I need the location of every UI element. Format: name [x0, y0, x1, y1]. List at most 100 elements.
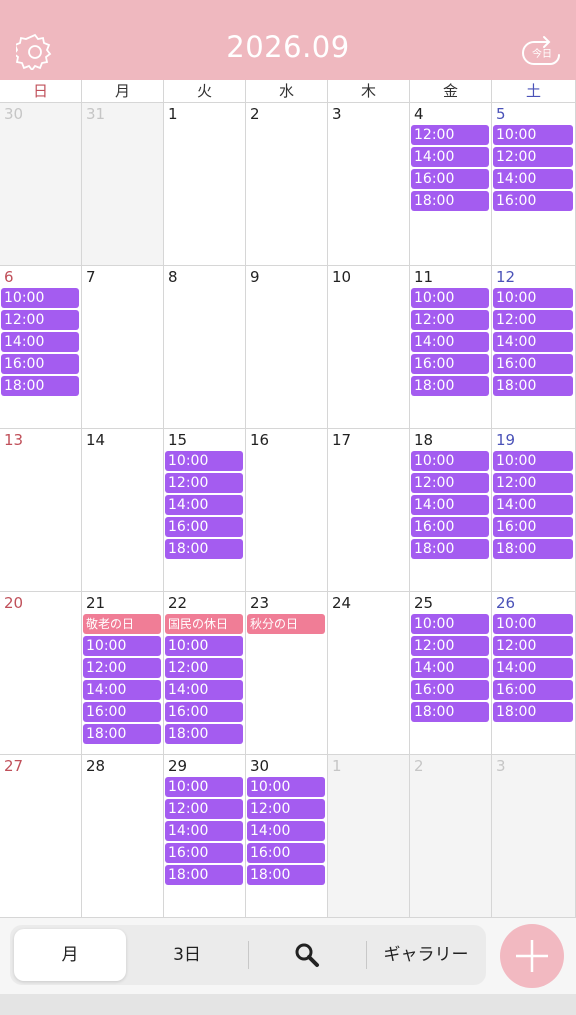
event-chip[interactable]: 16:00	[493, 680, 573, 700]
event-chip[interactable]: 18:00	[165, 865, 243, 885]
event-chip[interactable]: 16:00	[411, 169, 489, 189]
event-chip[interactable]: 10:00	[165, 636, 243, 656]
event-chip[interactable]: 14:00	[493, 658, 573, 678]
tab-gallery[interactable]: ギャラリー	[368, 929, 484, 981]
event-chip[interactable]: 14:00	[83, 680, 161, 700]
event-chip[interactable]: 14:00	[411, 147, 489, 167]
event-chip[interactable]: 16:00	[1, 354, 79, 374]
event-chip[interactable]: 10:00	[247, 777, 325, 797]
event-chip[interactable]: 16:00	[165, 843, 243, 863]
day-cell[interactable]: 17	[328, 429, 410, 592]
event-chip[interactable]: 14:00	[493, 332, 573, 352]
day-cell[interactable]: 30 10:00 12:00 14:00 16:00 18:00	[246, 755, 328, 918]
event-chip[interactable]: 12:00	[411, 473, 489, 493]
event-chip[interactable]: 14:00	[1, 332, 79, 352]
day-cell[interactable]: 24	[328, 592, 410, 755]
event-chip[interactable]: 14:00	[411, 658, 489, 678]
day-cell[interactable]: 5 10:00 12:00 14:00 16:00	[492, 103, 576, 266]
day-cell[interactable]: 15 10:00 12:00 14:00 16:00 18:00	[164, 429, 246, 592]
event-chip[interactable]: 16:00	[247, 843, 325, 863]
day-cell[interactable]: 12 10:00 12:00 14:00 16:00 18:00	[492, 266, 576, 429]
day-cell[interactable]: 6 10:00 12:00 14:00 16:00 18:00	[0, 266, 82, 429]
event-chip[interactable]: 14:00	[247, 821, 325, 841]
event-chip[interactable]: 14:00	[411, 332, 489, 352]
event-chip[interactable]: 12:00	[493, 473, 573, 493]
event-chip[interactable]: 12:00	[247, 799, 325, 819]
day-cell[interactable]: 2	[410, 755, 492, 918]
event-chip[interactable]: 18:00	[165, 724, 243, 744]
event-chip[interactable]: 10:00	[411, 614, 489, 634]
event-chip[interactable]: 12:00	[165, 799, 243, 819]
event-chip[interactable]: 16:00	[493, 191, 573, 211]
event-chip[interactable]: 12:00	[83, 658, 161, 678]
search-button[interactable]	[250, 929, 364, 981]
event-chip[interactable]: 16:00	[83, 702, 161, 722]
event-chip[interactable]: 18:00	[493, 376, 573, 396]
holiday-label[interactable]: 秋分の日	[247, 614, 325, 634]
today-icon[interactable]: 今日	[520, 32, 562, 70]
holiday-label[interactable]: 敬老の日	[83, 614, 161, 634]
event-chip[interactable]: 18:00	[411, 191, 489, 211]
day-cell[interactable]: 7	[82, 266, 164, 429]
event-chip[interactable]: 18:00	[83, 724, 161, 744]
event-chip[interactable]: 12:00	[411, 125, 489, 145]
event-chip[interactable]: 16:00	[493, 517, 573, 537]
event-chip[interactable]: 12:00	[1, 310, 79, 330]
day-cell[interactable]: 2	[246, 103, 328, 266]
day-cell[interactable]: 28	[82, 755, 164, 918]
day-cell[interactable]: 29 10:00 12:00 14:00 16:00 18:00	[164, 755, 246, 918]
event-chip[interactable]: 16:00	[165, 517, 243, 537]
event-chip[interactable]: 18:00	[493, 539, 573, 559]
event-chip[interactable]: 10:00	[411, 288, 489, 308]
event-chip[interactable]: 18:00	[411, 376, 489, 396]
event-chip[interactable]: 18:00	[247, 865, 325, 885]
event-chip[interactable]: 16:00	[165, 702, 243, 722]
event-chip[interactable]: 12:00	[493, 147, 573, 167]
event-chip[interactable]: 14:00	[411, 495, 489, 515]
event-chip[interactable]: 18:00	[411, 539, 489, 559]
day-cell[interactable]: 8	[164, 266, 246, 429]
event-chip[interactable]: 12:00	[165, 658, 243, 678]
tab-month[interactable]: 月	[14, 929, 126, 981]
event-chip[interactable]: 10:00	[493, 451, 573, 471]
day-cell[interactable]: 20	[0, 592, 82, 755]
event-chip[interactable]: 14:00	[493, 169, 573, 189]
day-cell[interactable]: 26 10:00 12:00 14:00 16:00 18:00	[492, 592, 576, 755]
event-chip[interactable]: 10:00	[411, 451, 489, 471]
event-chip[interactable]: 14:00	[493, 495, 573, 515]
event-chip[interactable]: 12:00	[493, 636, 573, 656]
day-cell[interactable]: 13	[0, 429, 82, 592]
event-chip[interactable]: 18:00	[493, 702, 573, 722]
event-chip[interactable]: 14:00	[165, 680, 243, 700]
event-chip[interactable]: 10:00	[493, 288, 573, 308]
event-chip[interactable]: 10:00	[165, 451, 243, 471]
event-chip[interactable]: 10:00	[165, 777, 243, 797]
event-chip[interactable]: 12:00	[165, 473, 243, 493]
event-chip[interactable]: 12:00	[493, 310, 573, 330]
day-cell[interactable]: 27	[0, 755, 82, 918]
event-chip[interactable]: 18:00	[411, 702, 489, 722]
holiday-label[interactable]: 国民の休日	[165, 614, 243, 634]
day-cell[interactable]: 25 10:00 12:00 14:00 16:00 18:00	[410, 592, 492, 755]
event-chip[interactable]: 10:00	[1, 288, 79, 308]
day-cell[interactable]: 16	[246, 429, 328, 592]
event-chip[interactable]: 18:00	[1, 376, 79, 396]
day-cell[interactable]: 19 10:00 12:00 14:00 16:00 18:00	[492, 429, 576, 592]
day-cell[interactable]: 3	[328, 103, 410, 266]
day-cell[interactable]: 18 10:00 12:00 14:00 16:00 18:00	[410, 429, 492, 592]
event-chip[interactable]: 16:00	[411, 354, 489, 374]
day-cell[interactable]: 1	[164, 103, 246, 266]
day-cell[interactable]: 30	[0, 103, 82, 266]
event-chip[interactable]: 14:00	[165, 495, 243, 515]
day-cell[interactable]: 11 10:00 12:00 14:00 16:00 18:00	[410, 266, 492, 429]
event-chip[interactable]: 12:00	[411, 310, 489, 330]
add-event-button[interactable]	[500, 924, 564, 988]
event-chip[interactable]: 14:00	[165, 821, 243, 841]
day-cell[interactable]: 10	[328, 266, 410, 429]
day-cell[interactable]: 23 秋分の日	[246, 592, 328, 755]
event-chip[interactable]: 10:00	[493, 614, 573, 634]
day-cell[interactable]: 14	[82, 429, 164, 592]
event-chip[interactable]: 12:00	[411, 636, 489, 656]
day-cell[interactable]: 9	[246, 266, 328, 429]
day-cell[interactable]: 22 国民の休日 10:00 12:00 14:00 16:00 18:00	[164, 592, 246, 755]
